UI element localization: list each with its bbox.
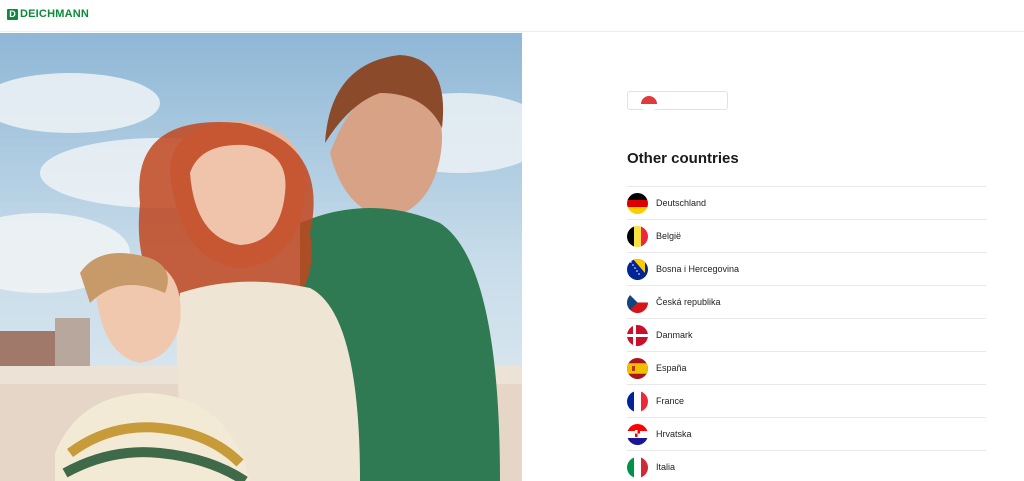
de-flag-icon [627,192,648,214]
country-item-belgie[interactable]: België [627,220,986,253]
flag-icon [641,96,657,112]
country-item-danmark[interactable]: Danmark [627,319,986,352]
country-label: Italia [656,462,676,472]
country-item-ceska[interactable]: Česká republika [627,286,986,319]
country-label: Danmark [656,330,693,340]
fr-flag-icon [627,390,648,412]
current-country-selector[interactable] [627,91,728,112]
other-countries-heading: Other countries [627,150,739,167]
country-item-france[interactable]: France [627,385,986,418]
it-flag-icon [627,456,648,478]
es-flag-icon [627,357,648,379]
cz-flag-icon [627,291,648,313]
ba-flag-icon [627,258,648,280]
be-flag-icon [627,225,648,247]
deichmann-logo[interactable]: D DEICHMANN [7,8,89,20]
country-list: Deutschland België Bosna i Hercegovina Č… [627,186,986,481]
country-label: Česká republika [656,297,721,307]
country-item-italia[interactable]: Italia [627,451,986,481]
site-header: D DEICHMANN [0,0,1024,32]
country-item-deutschland[interactable]: Deutschland [627,187,986,220]
country-item-bosna[interactable]: Bosna i Hercegovina [627,253,986,286]
dk-flag-icon [627,324,648,346]
logo-mark: D [7,8,18,20]
country-label: Bosna i Hercegovina [656,264,740,274]
country-label: España [656,363,687,373]
country-label: België [656,231,682,241]
hr-flag-icon [627,423,648,445]
logo-text: DEICHMANN [20,8,90,20]
country-item-espana[interactable]: España [627,352,986,385]
hero-image [0,33,522,481]
country-label: France [656,396,685,406]
country-item-hrvatska[interactable]: Hrvatska [627,418,986,451]
country-label: Deutschland [656,198,707,208]
country-panel: Other countries Deutschland België Bosna… [522,33,1024,481]
country-label: Hrvatska [656,429,692,439]
